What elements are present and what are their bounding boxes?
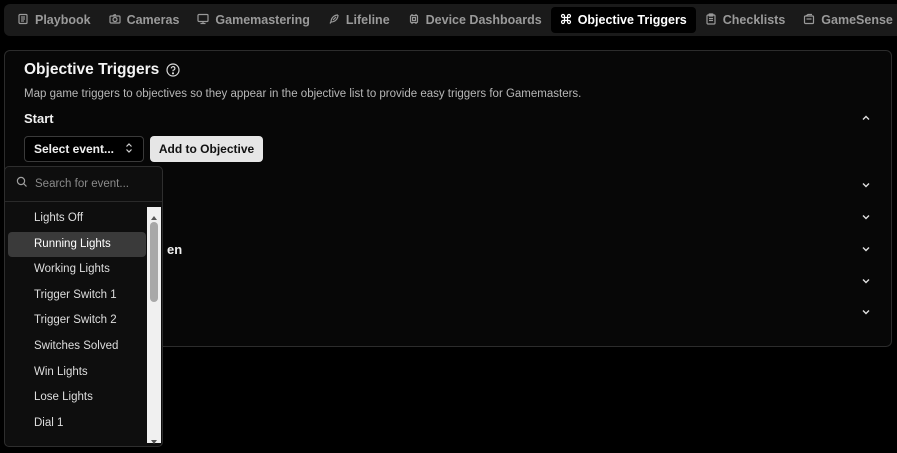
tab-label: Gamemastering bbox=[215, 13, 310, 27]
chevron-down-icon[interactable] bbox=[860, 211, 872, 223]
page-title: Objective Triggers bbox=[24, 61, 160, 78]
card-header: Objective Triggers bbox=[24, 61, 180, 79]
event-select-button[interactable]: Select event... bbox=[24, 136, 144, 162]
tab-playbook[interactable]: Playbook bbox=[8, 7, 100, 33]
search-input[interactable] bbox=[35, 178, 145, 190]
scroll-down-arrow-icon[interactable] bbox=[150, 433, 158, 444]
list-item[interactable]: Running Lights bbox=[8, 231, 146, 258]
tab-checklists[interactable]: Checklists bbox=[696, 7, 795, 33]
list-item[interactable]: Dial 1 bbox=[8, 411, 146, 437]
camera-icon bbox=[108, 13, 121, 28]
chevron-up-down-icon bbox=[124, 142, 134, 157]
tab-lifeline[interactable]: Lifeline bbox=[319, 7, 399, 33]
tab-device-dashboards[interactable]: Device Dashboards bbox=[399, 7, 551, 33]
list-item[interactable]: Lose Lights bbox=[8, 385, 146, 411]
tab-cameras[interactable]: Cameras bbox=[100, 7, 189, 33]
tab-label: Playbook bbox=[35, 13, 91, 27]
playbook-icon bbox=[17, 13, 29, 28]
list-item[interactable]: Trigger Switch 1 bbox=[8, 283, 146, 309]
chevron-down-icon[interactable] bbox=[860, 306, 872, 318]
tab-gamesense[interactable]: GameSense bbox=[794, 7, 897, 33]
tab-objective-triggers[interactable]: Objective Triggers bbox=[550, 7, 696, 33]
tab-label: Device Dashboards bbox=[425, 13, 542, 27]
help-icon[interactable] bbox=[166, 63, 180, 77]
scroll-up-arrow-icon[interactable] bbox=[150, 209, 158, 220]
tab-label: Cameras bbox=[126, 13, 180, 27]
feather-icon bbox=[328, 13, 340, 28]
list-item[interactable]: Lights Off bbox=[8, 206, 146, 232]
chevron-down-icon[interactable] bbox=[860, 275, 872, 287]
monitor-icon bbox=[197, 13, 210, 28]
event-list: Lights Off Running Lights Working Lights… bbox=[8, 206, 146, 436]
section-label-start: Start bbox=[24, 111, 54, 126]
chip-icon bbox=[408, 13, 420, 28]
chevron-up-icon[interactable] bbox=[860, 112, 872, 124]
select-label: Select event... bbox=[33, 142, 115, 156]
gamesense-icon bbox=[803, 13, 815, 28]
add-to-objective-button[interactable]: Add to Objective bbox=[150, 136, 263, 162]
tab-label: GameSense bbox=[821, 13, 893, 27]
list-item[interactable]: Trigger Switch 2 bbox=[8, 308, 146, 334]
clipboard-icon bbox=[705, 12, 717, 28]
list-item[interactable]: Working Lights bbox=[8, 257, 146, 283]
search-row bbox=[5, 167, 162, 202]
tab-label: Checklists bbox=[722, 13, 786, 27]
search-icon bbox=[16, 175, 28, 193]
scrollbar-thumb[interactable] bbox=[150, 222, 158, 302]
list-item[interactable]: Switches Solved bbox=[8, 334, 146, 360]
command-icon bbox=[560, 13, 572, 28]
tab-label: Lifeline bbox=[345, 13, 390, 27]
tab-label: Objective Triggers bbox=[577, 13, 687, 27]
list-item[interactable]: Win Lights bbox=[8, 360, 146, 386]
tab-gamemastering[interactable]: Gamemastering bbox=[188, 7, 318, 33]
event-dropdown: Lights Off Running Lights Working Lights… bbox=[4, 166, 163, 447]
chevron-down-icon[interactable] bbox=[860, 243, 872, 255]
page-description: Map game triggers to objectives so they … bbox=[24, 88, 582, 100]
section-label-partial: en bbox=[167, 242, 183, 257]
tab-bar: Playbook Cameras Gamemastering Lifeline … bbox=[4, 4, 897, 36]
scrollbar[interactable] bbox=[147, 207, 161, 444]
chevron-down-icon[interactable] bbox=[860, 179, 872, 191]
